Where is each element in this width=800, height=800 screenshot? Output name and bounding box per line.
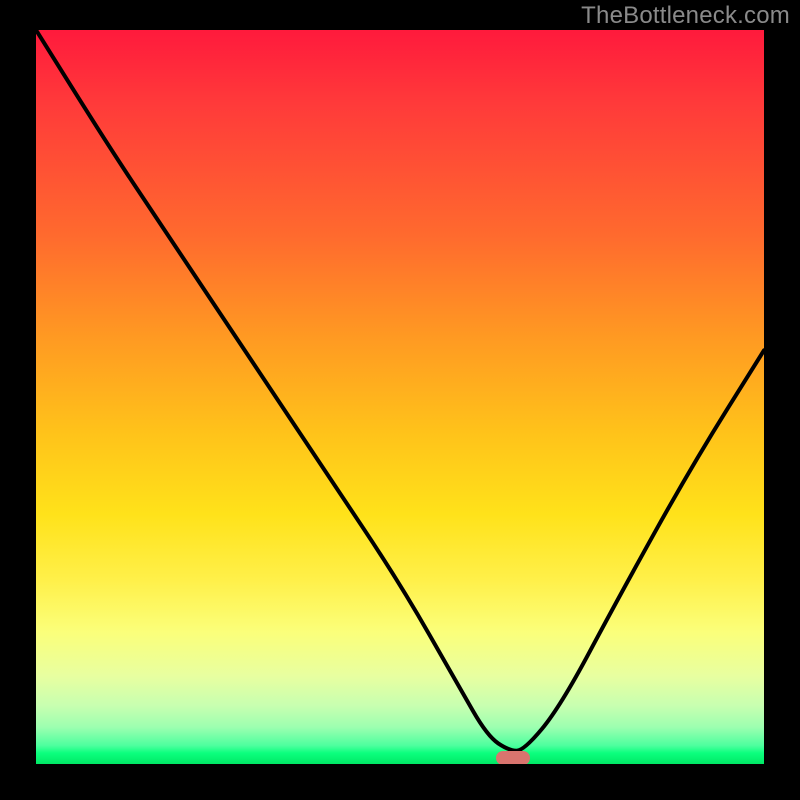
figure-frame: TheBottleneck.com	[0, 0, 800, 800]
bottleneck-curve	[36, 30, 764, 758]
plot-area	[36, 30, 764, 764]
curve-path	[36, 30, 764, 751]
watermark-text: TheBottleneck.com	[581, 2, 790, 30]
optimal-point-marker	[496, 751, 530, 764]
